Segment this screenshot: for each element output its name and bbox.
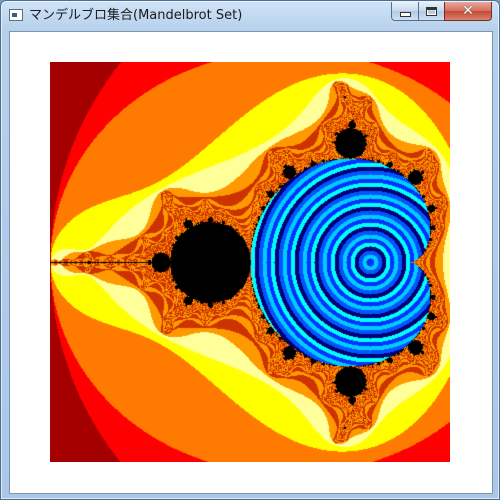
minimize-button[interactable] xyxy=(391,2,419,21)
maximize-button[interactable] xyxy=(418,2,445,21)
mandelbrot-canvas[interactable] xyxy=(50,62,450,462)
close-button[interactable]: ✕ xyxy=(444,2,492,21)
maximize-icon xyxy=(426,6,437,16)
app-window: マンデルブロ集合(Mandelbrot Set) ✕ xyxy=(0,0,500,500)
close-icon: ✕ xyxy=(462,3,474,19)
minimize-icon xyxy=(399,12,411,17)
window-title: マンデルブロ集合(Mandelbrot Set) xyxy=(29,8,243,23)
app-window-icon[interactable] xyxy=(9,9,23,21)
client-area xyxy=(9,31,493,494)
title-bar[interactable]: マンデルブロ集合(Mandelbrot Set) ✕ xyxy=(1,1,499,31)
